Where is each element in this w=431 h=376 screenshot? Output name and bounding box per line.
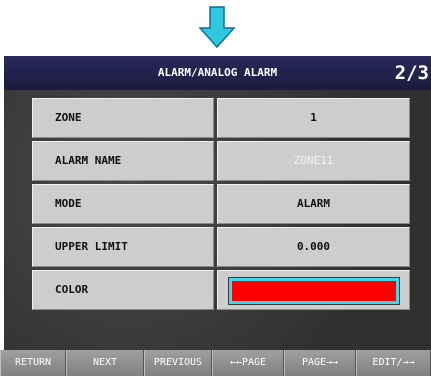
page-indicator: 2/3 <box>394 62 429 84</box>
mode-value[interactable]: ALARM <box>217 184 410 224</box>
down-arrow-icon <box>198 6 236 48</box>
title-bar: ALARM/ANALOG ALARM 2/3 <box>4 56 431 90</box>
previous-button[interactable]: PREVIOUS <box>144 350 212 376</box>
row-color: COLOR <box>32 270 410 312</box>
return-button[interactable]: RETURN <box>0 350 66 376</box>
mode-label: MODE <box>32 184 214 224</box>
alarm-name-label: ALARM NAME <box>32 141 214 181</box>
edit-button[interactable]: EDIT/→→ <box>356 350 431 376</box>
row-zone: ZONE 1 <box>32 98 410 140</box>
row-alarm-name: ALARM NAME ZONE11 <box>32 141 410 183</box>
row-upper-limit: UPPER LIMIT 0.000 <box>32 227 410 269</box>
next-button[interactable]: NEXT <box>66 350 144 376</box>
zone-label: ZONE <box>32 98 214 138</box>
page-back-button[interactable]: ←←PAGE <box>212 350 284 376</box>
zone-value[interactable]: 1 <box>217 98 410 138</box>
hmi-screen: ALARM/ANALOG ALARM 2/3 ZONE 1 ALARM NAME… <box>4 56 431 376</box>
page-forward-button[interactable]: PAGE→→ <box>284 350 356 376</box>
screen-title: ALARM/ANALOG ALARM <box>157 66 278 79</box>
alarm-name-value[interactable]: ZONE11 <box>217 141 410 181</box>
upper-limit-value[interactable]: 0.000 <box>217 227 410 267</box>
upper-limit-label: UPPER LIMIT <box>32 227 214 267</box>
color-swatch[interactable] <box>228 277 400 305</box>
color-label: COLOR <box>32 270 214 310</box>
function-key-bar: RETURN NEXT PREVIOUS ←←PAGE PAGE→→ EDIT/… <box>0 350 431 376</box>
row-mode: MODE ALARM <box>32 184 410 226</box>
color-value-cell[interactable] <box>217 270 410 310</box>
